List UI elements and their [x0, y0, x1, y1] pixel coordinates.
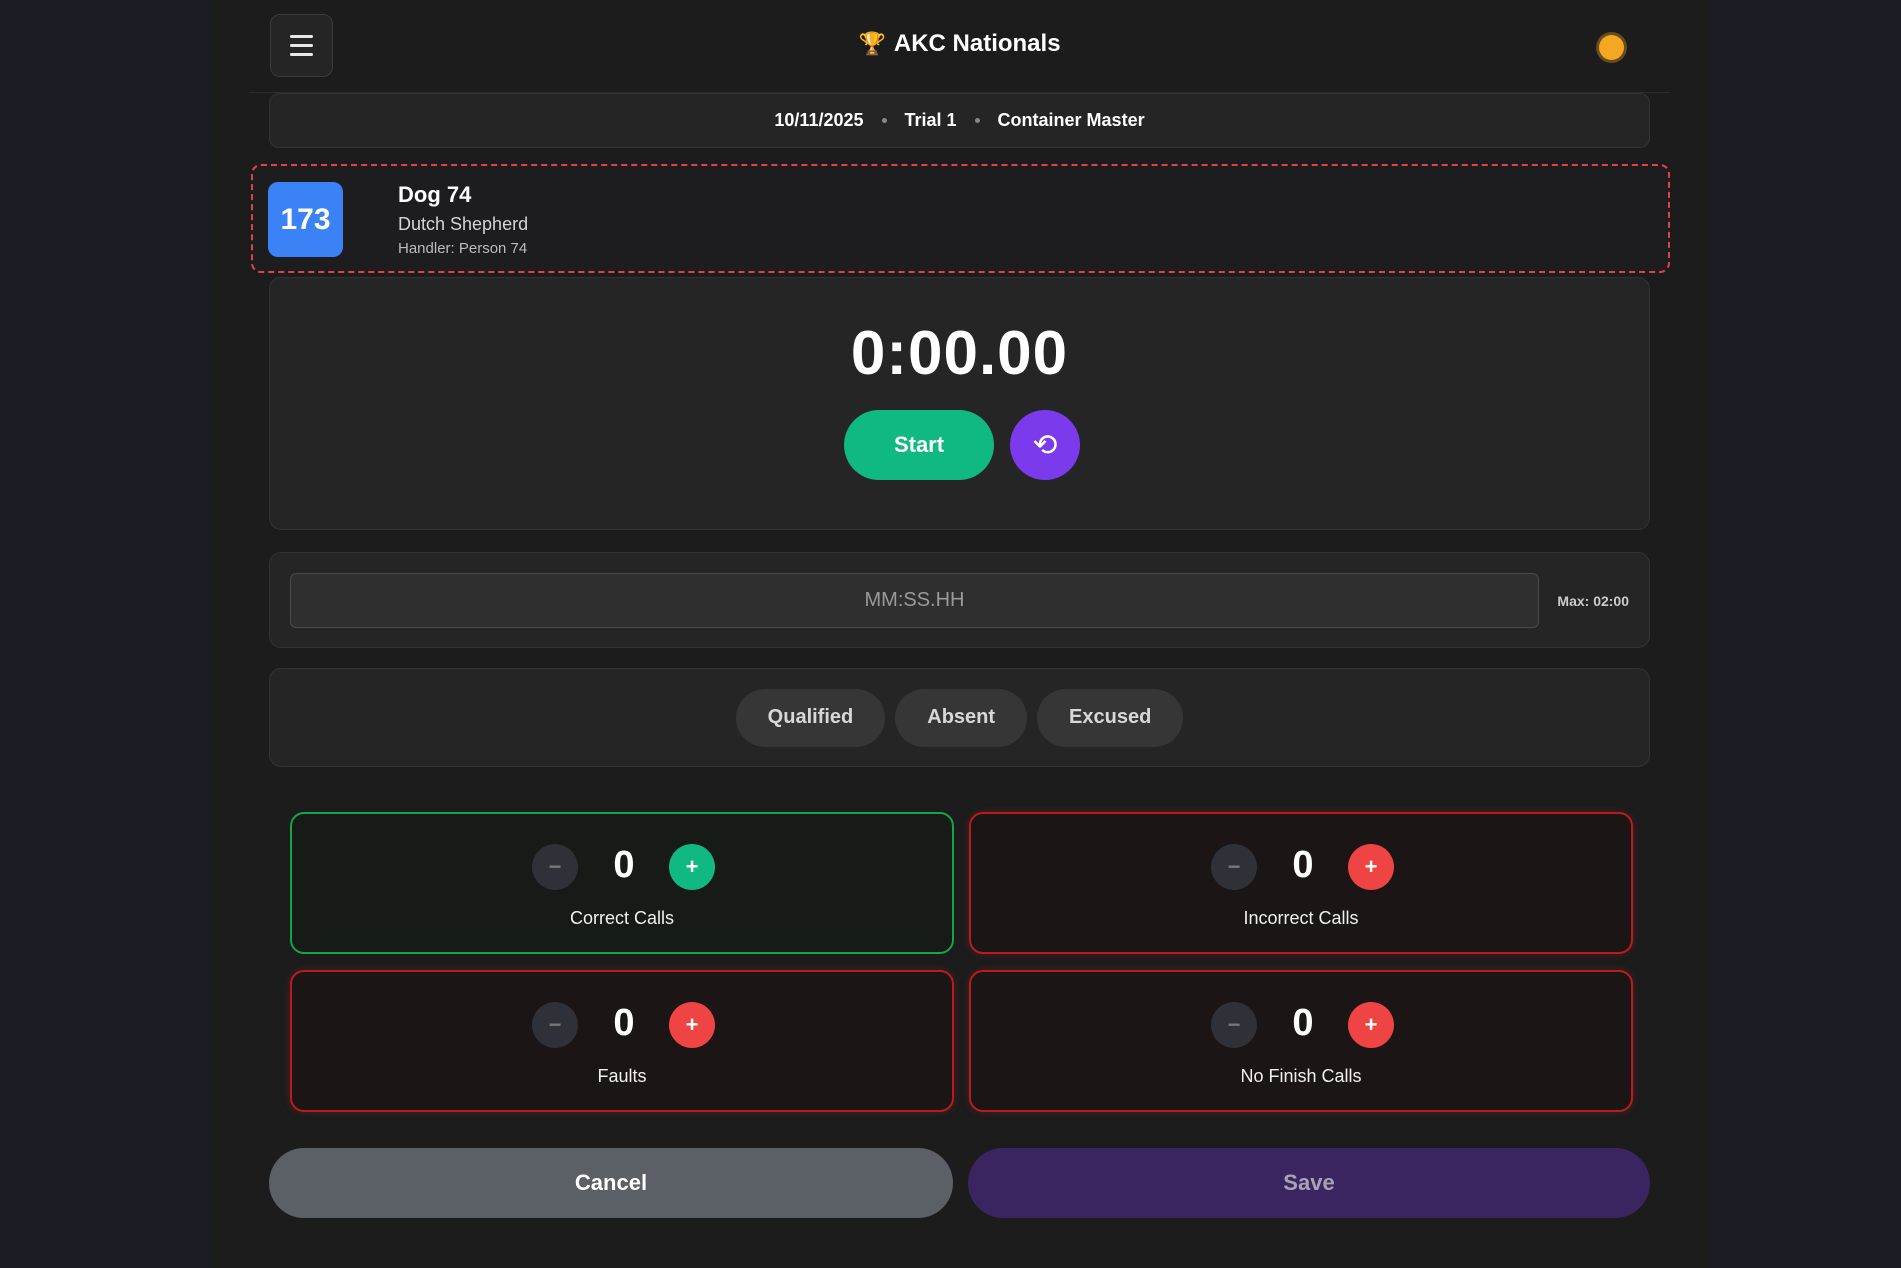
- excused-button[interactable]: Excused: [1037, 688, 1184, 747]
- correct-calls-label: Correct Calls: [569, 908, 675, 928]
- correct-calls-decrement-button[interactable]: −: [532, 844, 578, 890]
- dog-name: Dog 74: [398, 182, 472, 207]
- time-input[interactable]: [290, 573, 1539, 628]
- separator-dot: [881, 118, 887, 123]
- sun-icon[interactable]: [1599, 35, 1624, 60]
- page-title: 🏆 AKC Nationals: [249, 30, 1670, 58]
- incorrect-calls-counter: − 0 + Incorrect Calls: [969, 812, 1633, 954]
- absent-button[interactable]: Absent: [895, 688, 1028, 747]
- correct-calls-counter: − 0 + Correct Calls: [290, 812, 954, 954]
- no-finish-calls-label: No Finish Calls: [1240, 1066, 1362, 1086]
- save-button[interactable]: Save: [968, 1148, 1650, 1218]
- timer-card: 0:00.00 Start ⟲: [269, 277, 1650, 530]
- incorrect-calls-value: 0: [1292, 844, 1314, 886]
- no-finish-calls-decrement-button[interactable]: −: [1211, 1002, 1257, 1048]
- time-entry-card: Max: 02:00: [269, 552, 1650, 648]
- faults-label: Faults: [597, 1066, 647, 1086]
- dog-armband-number: 173: [268, 182, 343, 257]
- incorrect-calls-increment-button[interactable]: +: [1348, 844, 1394, 890]
- status-card: Qualified Absent Excused: [269, 668, 1650, 767]
- trophy-icon: 🏆: [858, 31, 886, 56]
- trial-number: Trial 1: [904, 110, 957, 130]
- trial-date: 10/11/2025: [774, 110, 864, 130]
- trial-class: Container Master: [997, 110, 1145, 130]
- page-title-text: AKC Nationals: [893, 30, 1061, 57]
- dog-breed: Dutch Shepherd: [398, 214, 529, 234]
- dog-card: 173 Dog 74 Dutch Shepherd Handler: Perso…: [251, 164, 1670, 273]
- no-finish-calls-counter: − 0 + No Finish Calls: [969, 970, 1633, 1112]
- separator-dot: [974, 118, 980, 123]
- timer-display: 0:00.00: [850, 319, 1069, 388]
- no-finish-calls-value: 0: [1292, 1002, 1314, 1044]
- faults-value: 0: [613, 1002, 635, 1044]
- reset-icon: ⟲: [1032, 428, 1058, 462]
- correct-calls-increment-button[interactable]: +: [669, 844, 715, 890]
- header: 🏆 AKC Nationals: [249, 0, 1670, 93]
- trial-info-bar: 10/11/2025 Trial 1 Container Master: [269, 93, 1650, 148]
- max-time-label: Max: 02:00: [1557, 593, 1629, 609]
- app-container: 🏆 AKC Nationals 10/11/2025 Trial 1 Contai…: [211, 0, 1710, 1268]
- incorrect-calls-decrement-button[interactable]: −: [1211, 844, 1257, 890]
- dog-handler: Handler: Person 74: [398, 240, 528, 257]
- start-button[interactable]: Start: [844, 410, 994, 480]
- reset-button[interactable]: ⟲: [1010, 410, 1080, 480]
- cancel-button[interactable]: Cancel: [269, 1148, 953, 1218]
- faults-decrement-button[interactable]: −: [532, 1002, 578, 1048]
- correct-calls-value: 0: [613, 844, 635, 886]
- faults-counter: − 0 + Faults: [290, 970, 954, 1112]
- qualified-button[interactable]: Qualified: [735, 688, 886, 747]
- no-finish-calls-increment-button[interactable]: +: [1348, 1002, 1394, 1048]
- incorrect-calls-label: Incorrect Calls: [1243, 908, 1359, 928]
- faults-increment-button[interactable]: +: [669, 1002, 715, 1048]
